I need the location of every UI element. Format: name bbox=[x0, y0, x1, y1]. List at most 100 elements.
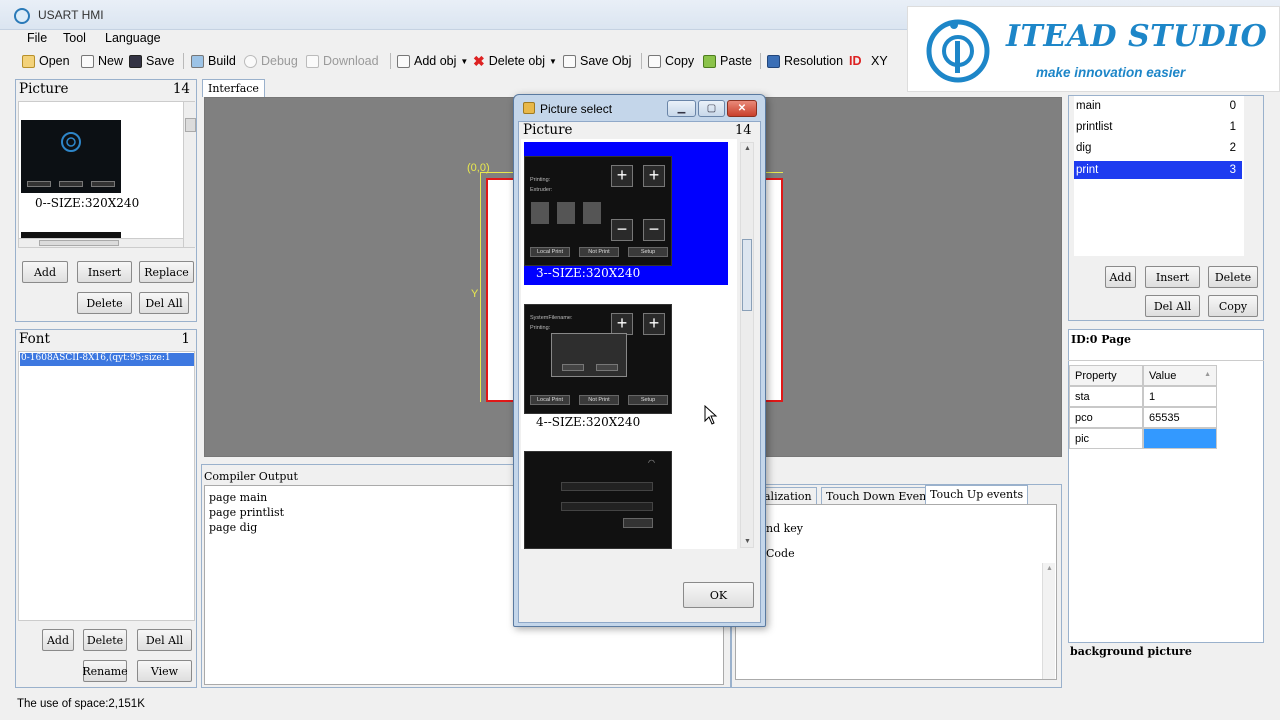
thumb-button bbox=[623, 518, 653, 528]
tab-interface[interactable]: Interface bbox=[202, 79, 265, 97]
picture-thumbnail-4: SystemFilename: Printing: + + Local Prin… bbox=[524, 304, 672, 414]
add-object-icon bbox=[397, 54, 410, 68]
tab-touch-down-events[interactable]: Touch Down Events bbox=[821, 487, 942, 505]
debug-button[interactable]: Debug bbox=[244, 53, 298, 69]
download-button[interactable]: Download bbox=[306, 53, 379, 69]
thumb-text: Printing: bbox=[530, 325, 551, 331]
copy-button[interactable]: Copy bbox=[648, 53, 694, 69]
add-obj-button[interactable]: Add obj ▼ bbox=[397, 53, 468, 69]
picture-list[interactable]: 0--SIZE:320X240 bbox=[18, 101, 196, 248]
tab-initialization[interactable]: alization bbox=[760, 487, 817, 505]
scroll-thumb[interactable] bbox=[742, 239, 752, 311]
minus-icon: − bbox=[643, 219, 665, 241]
events-editor[interactable]: nd key Code ▲ bbox=[735, 504, 1057, 680]
plus-icon: + bbox=[611, 313, 633, 335]
id-toggle[interactable]: ID bbox=[849, 53, 862, 69]
picture-thumbnail-0[interactable] bbox=[21, 120, 121, 193]
picture-count: 14 bbox=[172, 81, 190, 97]
copy-icon bbox=[648, 54, 661, 68]
property-value-pco[interactable]: 65535 bbox=[1143, 407, 1217, 428]
save-obj-button[interactable]: Save Obj bbox=[563, 53, 631, 69]
build-button[interactable]: Build bbox=[191, 53, 236, 69]
dialog-minimize-button[interactable]: ▁ bbox=[667, 100, 696, 117]
paste-button[interactable]: Paste bbox=[703, 53, 752, 69]
font-rename-button[interactable]: Rename bbox=[82, 660, 128, 682]
picture-panel-header: Picture 14 bbox=[16, 80, 196, 100]
scroll-up-icon: ▲ bbox=[1046, 565, 1053, 572]
font-del-all-button[interactable]: Del All bbox=[137, 629, 192, 651]
ok-button[interactable]: OK bbox=[683, 582, 754, 608]
thumb-input bbox=[561, 502, 653, 511]
dialog-close-button[interactable]: ✕ bbox=[727, 100, 757, 117]
picture-insert-button[interactable]: Insert bbox=[77, 261, 132, 283]
page-item-main[interactable]: main 0 bbox=[1074, 97, 1242, 115]
page-item-printlist[interactable]: printlist 1 bbox=[1074, 118, 1242, 136]
page-del-all-button[interactable]: Del All bbox=[1145, 295, 1200, 317]
toolbar-separator bbox=[641, 53, 642, 69]
thumb-button bbox=[59, 181, 83, 187]
dialog-list-scrollbar[interactable]: ▲ ▼ bbox=[740, 142, 754, 548]
itead-logo: ITEAD STUDIO make innovation easier bbox=[907, 6, 1280, 92]
value-column-header[interactable]: Value ▲ bbox=[1143, 365, 1217, 386]
wifi-icon: ◠ bbox=[648, 458, 655, 467]
open-button[interactable]: Open bbox=[22, 53, 70, 69]
property-name: pco bbox=[1069, 407, 1143, 428]
logo-title: ITEAD STUDIO bbox=[1006, 19, 1268, 54]
picture-add-button[interactable]: Add bbox=[22, 261, 68, 283]
resolution-button[interactable]: Resolution bbox=[767, 53, 843, 69]
picture-item-caption: 3--SIZE:320X240 bbox=[536, 266, 641, 280]
thumb-button: Setup bbox=[628, 395, 668, 405]
plus-icon: + bbox=[643, 313, 665, 335]
picture-vscrollbar[interactable] bbox=[183, 102, 196, 247]
property-column-header[interactable]: Property bbox=[1069, 365, 1143, 386]
plus-icon: + bbox=[643, 165, 665, 187]
page-item-print[interactable]: print 3 bbox=[1074, 161, 1242, 179]
picture-del-all-button[interactable]: Del All bbox=[139, 292, 189, 314]
picture-delete-button[interactable]: Delete bbox=[77, 292, 132, 314]
status-space: The use of space:2,151K bbox=[17, 698, 145, 710]
page-copy-button[interactable]: Copy bbox=[1208, 295, 1258, 317]
dialog-maximize-button[interactable]: ▢ bbox=[698, 100, 725, 117]
page-add-button[interactable]: Add bbox=[1105, 266, 1136, 288]
font-list[interactable]: 0-1608ASCII-8X16,(qyt:95;size:1 bbox=[18, 351, 195, 621]
font-list-item[interactable]: 0-1608ASCII-8X16,(qyt:95;size:1 bbox=[20, 353, 194, 366]
page-delete-button[interactable]: Delete bbox=[1208, 266, 1258, 288]
property-value-pic[interactable] bbox=[1143, 428, 1217, 449]
toolbar-separator bbox=[390, 53, 391, 69]
property-description: background picture bbox=[1070, 645, 1192, 658]
save-button[interactable]: Save bbox=[129, 53, 175, 69]
picture-item[interactable]: SystemFilename: Printing: + + Local Prin… bbox=[524, 304, 728, 434]
close-icon: ✕ bbox=[737, 103, 747, 114]
thumb-block bbox=[557, 202, 575, 224]
picture-thumbnail-5[interactable]: ◠ bbox=[524, 451, 672, 549]
new-button[interactable]: New bbox=[81, 53, 123, 69]
scroll-thumb[interactable] bbox=[185, 118, 196, 132]
floppy-icon bbox=[129, 54, 142, 68]
thumb-button bbox=[596, 364, 618, 371]
menu-language[interactable]: Language bbox=[105, 31, 161, 45]
property-value-sta[interactable]: 1 bbox=[1143, 386, 1217, 407]
tab-touch-up-events[interactable]: Touch Up events bbox=[925, 485, 1029, 505]
itead-logo-icon bbox=[926, 19, 990, 83]
picture-caption: 0--SIZE:320X240 bbox=[35, 196, 140, 210]
picture-item-selected[interactable]: Printing: Extruder: + + − − Local Print … bbox=[524, 142, 728, 285]
font-view-button[interactable]: View bbox=[137, 660, 192, 682]
dialog-picture-list[interactable]: Printing: Extruder: + + − − Local Print … bbox=[521, 139, 737, 549]
thumb-button: Setup bbox=[628, 247, 668, 257]
itead-logo-icon bbox=[61, 132, 81, 152]
menu-file[interactable]: File bbox=[27, 31, 47, 45]
page-insert-button[interactable]: Insert bbox=[1145, 266, 1200, 288]
scroll-thumb[interactable] bbox=[39, 240, 119, 246]
menu-tool[interactable]: Tool bbox=[63, 31, 86, 45]
page-item-dig[interactable]: dig 2 bbox=[1074, 139, 1242, 157]
delete-obj-button[interactable]: ✖ Delete obj ▼ bbox=[473, 53, 557, 69]
font-add-button[interactable]: Add bbox=[42, 629, 74, 651]
xy-toggle[interactable]: XY bbox=[871, 53, 888, 69]
dialog-list-count: 14 bbox=[735, 123, 752, 138]
debug-icon bbox=[244, 54, 257, 68]
font-delete-button[interactable]: Delete bbox=[83, 629, 127, 651]
thumb-block bbox=[583, 202, 601, 224]
events-scrollbar[interactable]: ▲ bbox=[1042, 563, 1055, 679]
picture-replace-button[interactable]: Replace bbox=[139, 261, 194, 283]
picture-hscrollbar[interactable] bbox=[19, 238, 183, 247]
